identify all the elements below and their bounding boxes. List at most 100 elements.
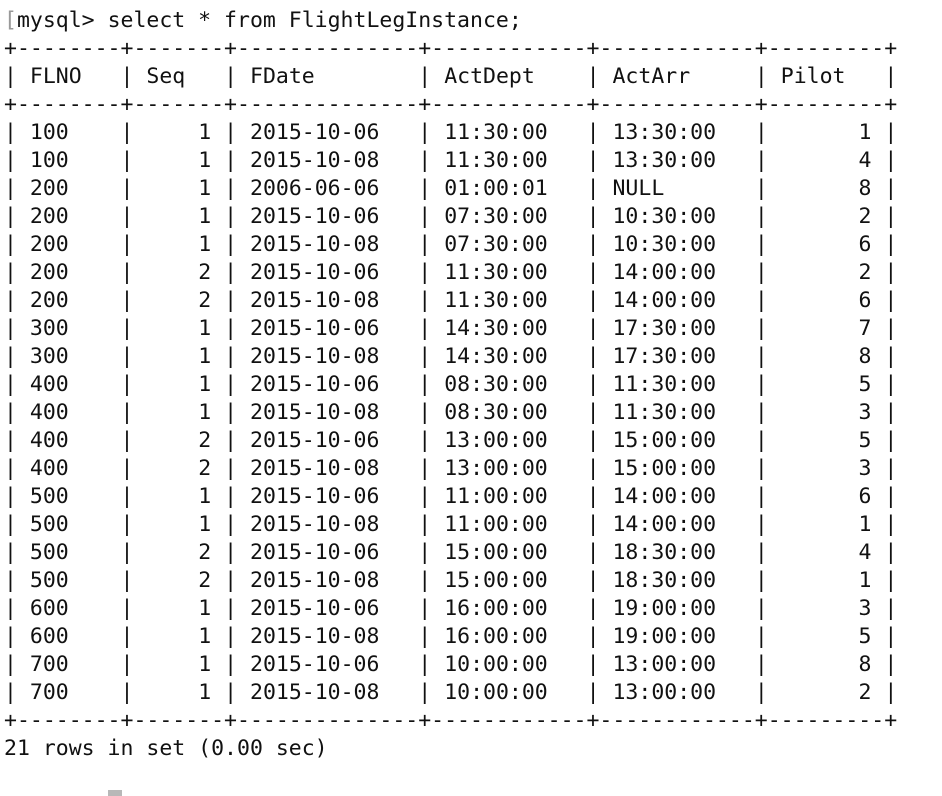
table-row: | 200 | 1 | 2015-10-06 | 07:30:00 | 10:3… [4,204,898,229]
table-cell-actdept: 14:30:00 [444,344,574,369]
table-cell-pilot: 1 [780,568,872,593]
table-cell-fdate: 2015-10-08 [250,456,406,481]
table-cell-fdate: 2015-10-06 [250,120,406,145]
table-cell-seq: 1 [146,232,212,257]
table-cell-seq: 1 [146,344,212,369]
table-cell-pilot: 6 [780,484,872,509]
table-cell-seq: 1 [146,484,212,509]
table-cell-flno: 700 [29,652,108,677]
table-cell-actarr: 13:00:00 [612,652,742,677]
table-cell-seq: 1 [146,148,212,173]
table-cell-pilot: 4 [780,148,872,173]
table-cell-seq: 1 [146,624,212,649]
table-cell-pilot: 4 [780,540,872,565]
table-cell-flno: 400 [29,456,108,481]
table-row: | 400 | 2 | 2015-10-06 | 13:00:00 | 15:0… [4,428,898,453]
table-row: | 200 | 1 | 2015-10-08 | 07:30:00 | 10:3… [4,232,898,257]
table-cell-actdept: 15:00:00 [444,568,574,593]
table-cell-pilot: 6 [780,232,872,257]
table-cell-actarr: 15:00:00 [612,428,742,453]
table-cell-pilot: 1 [780,512,872,537]
table-cell-pilot: 8 [780,652,872,677]
terminal-output[interactable]: [mysql> select * from FlightLegInstance;… [4,7,924,763]
table-cell-seq: 1 [146,400,212,425]
table-cell-actarr: 13:30:00 [612,120,742,145]
table-cell-actarr: 14:00:00 [612,484,742,509]
table-cell-seq: 1 [146,372,212,397]
table-cell-pilot: 2 [780,680,872,705]
table-cell-actdept: 11:00:00 [444,512,574,537]
table-cell-actarr: 17:30:00 [612,316,742,341]
table-cell-seq: 1 [146,316,212,341]
table-cell-actarr: 14:00:00 [612,260,742,285]
table-cell-seq: 1 [146,120,212,145]
column-header: Seq [146,64,212,89]
table-cell-fdate: 2015-10-06 [250,372,406,397]
table-cell-pilot: 1 [780,120,872,145]
table-cell-seq: 2 [146,428,212,453]
table-row: | 600 | 1 | 2015-10-06 | 16:00:00 | 19:0… [4,596,898,621]
table-border-top: +--------+-------+--------------+-------… [4,36,898,61]
table-cell-pilot: 5 [780,372,872,397]
table-cell-fdate: 2015-10-08 [250,400,406,425]
table-cell-flno: 300 [29,344,108,369]
table-cell-actdept: 07:30:00 [444,232,574,257]
table-row: | 200 | 2 | 2015-10-08 | 11:30:00 | 14:0… [4,288,898,313]
table-cell-flno: 500 [29,484,108,509]
table-cell-flno: 300 [29,316,108,341]
table-cell-flno: 400 [29,400,108,425]
column-header: ActArr [612,64,742,89]
table-cell-pilot: 8 [780,344,872,369]
column-header: Pilot [780,64,872,89]
table-cell-actarr: 14:00:00 [612,512,742,537]
table-cell-fdate: 2015-10-08 [250,680,406,705]
table-cell-pilot: 2 [780,204,872,229]
table-cell-actarr: 17:30:00 [612,344,742,369]
table-cell-actdept: 14:30:00 [444,316,574,341]
table-cell-flno: 200 [29,176,108,201]
table-cell-fdate: 2015-10-08 [250,148,406,173]
table-row: | 100 | 1 | 2015-10-06 | 11:30:00 | 13:3… [4,120,898,145]
table-cell-fdate: 2015-10-08 [250,344,406,369]
table-row: | 300 | 1 | 2015-10-08 | 14:30:00 | 17:3… [4,344,898,369]
table-cell-flno: 600 [29,624,108,649]
sql-command: select * from FlightLegInstance; [107,8,522,33]
table-header-row: | FLNO | Seq | FDate | ActDept | ActArr … [4,64,898,89]
table-cell-actarr: NULL [612,176,742,201]
table-cell-actdept: 16:00:00 [444,624,574,649]
table-cell-actarr: 13:00:00 [612,680,742,705]
column-header: ActDept [444,64,574,89]
table-cell-actarr: 19:00:00 [612,624,742,649]
table-cell-actarr: 15:00:00 [612,456,742,481]
table-cell-fdate: 2015-10-08 [250,232,406,257]
table-cell-seq: 1 [146,512,212,537]
table-cell-actdept: 08:30:00 [444,400,574,425]
table-cell-actdept: 01:00:01 [444,176,574,201]
table-cell-actdept: 10:00:00 [444,680,574,705]
table-cell-pilot: 3 [780,596,872,621]
table-cell-actdept: 11:00:00 [444,484,574,509]
table-cell-actarr: 14:00:00 [612,288,742,313]
table-cell-fdate: 2015-10-08 [250,624,406,649]
table-cell-actarr: 11:30:00 [612,372,742,397]
table-cell-actdept: 16:00:00 [444,596,574,621]
table-cell-actarr: 11:30:00 [612,400,742,425]
table-cell-fdate: 2006-06-06 [250,176,406,201]
table-cell-pilot: 3 [780,400,872,425]
table-cell-pilot: 3 [780,456,872,481]
table-row: | 700 | 1 | 2015-10-08 | 10:00:00 | 13:0… [4,680,898,705]
table-cell-pilot: 6 [780,288,872,313]
table-cell-fdate: 2015-10-06 [250,540,406,565]
table-cell-flno: 100 [29,148,108,173]
table-cell-flno: 500 [29,568,108,593]
table-row: | 500 | 2 | 2015-10-06 | 15:00:00 | 18:3… [4,540,898,565]
table-cell-fdate: 2015-10-06 [250,652,406,677]
table-cell-actarr: 19:00:00 [612,596,742,621]
table-cell-actarr: 18:30:00 [612,568,742,593]
table-cell-flno: 400 [29,372,108,397]
table-cell-flno: 400 [29,428,108,453]
table-cell-seq: 1 [146,680,212,705]
table-cell-actarr: 10:30:00 [612,204,742,229]
table-cell-seq: 2 [146,260,212,285]
table-body: | 100 | 1 | 2015-10-06 | 11:30:00 | 13:3… [4,119,924,707]
